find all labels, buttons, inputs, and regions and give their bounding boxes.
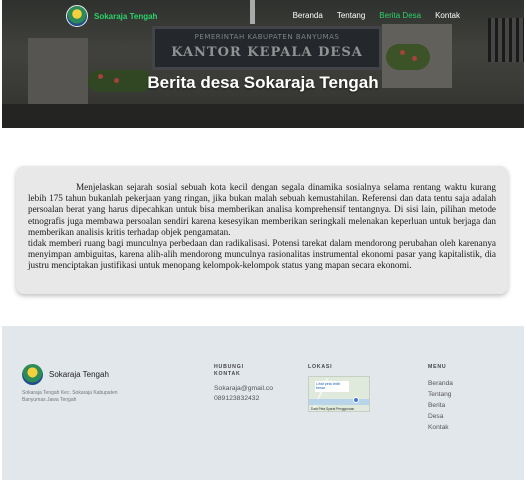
contact-phone[interactable]: 089123832432 (214, 394, 273, 404)
footer-menu-tentang[interactable]: Tentang (428, 389, 453, 400)
location-map[interactable]: Lihat peta lebih besar Data Peta Syarat … (308, 376, 370, 412)
village-logo-icon (66, 5, 88, 27)
view-larger-map-link[interactable]: Lihat peta lebih besar (315, 381, 349, 392)
article-card: Menjelaskan sejarah sosial sebuah kota k… (16, 166, 508, 294)
footer-brand: Sokaraja Tengah (22, 364, 109, 385)
nav-menu: Beranda Tentang Berita Desa Kontak (293, 11, 460, 20)
contact-heading: HUBUNGI KONTAK (214, 364, 244, 377)
contact-info: Sokaraja@gmail.co 089123832432 (214, 384, 273, 404)
footer: Sokaraja Tengah Sokaraja Tengah Kec. Sok… (2, 326, 524, 480)
nav-item-berita-desa[interactable]: Berita Desa (379, 11, 421, 20)
article-paragraph: tidak memberi ruang bagi munculnya perbe… (28, 238, 496, 271)
article-paragraph: Menjelaskan sejarah sosial sebuah kota k… (28, 182, 496, 237)
menu-heading: MENU (428, 364, 447, 370)
map-river (309, 399, 369, 405)
footer-menu-beranda[interactable]: Beranda (428, 378, 453, 389)
footer-menu-desa[interactable]: Desa (428, 411, 453, 422)
map-pin-icon (353, 397, 359, 403)
contact-email[interactable]: Sokaraja@gmail.co (214, 384, 273, 394)
nav-item-kontak[interactable]: Kontak (435, 11, 460, 20)
page-title: Berita desa Sokaraja Tengah (147, 73, 379, 92)
location-heading: LOKASI (308, 364, 333, 370)
footer-menu-kontak[interactable]: Kontak (428, 422, 453, 433)
top-navbar: Sokaraja Tengah Beranda Tentang Berita D… (2, 0, 524, 32)
footer-brand-name: Sokaraja Tengah (49, 370, 109, 379)
footer-menu: Beranda Tentang Berita Desa Kontak (428, 378, 453, 433)
brand-link[interactable]: Sokaraja Tengah (66, 5, 157, 27)
nav-item-tentang[interactable]: Tentang (337, 11, 365, 20)
brand-name: Sokaraja Tengah (94, 11, 158, 21)
footer-address: Sokaraja Tengah Kec. Sokaraja Kabupaten … (22, 390, 118, 403)
map-attribution[interactable]: Data Peta Syarat Penggunaan (311, 407, 354, 411)
nav-item-beranda[interactable]: Beranda (293, 11, 323, 20)
footer-menu-berita[interactable]: Berita (428, 400, 453, 411)
village-logo-icon (22, 364, 43, 385)
